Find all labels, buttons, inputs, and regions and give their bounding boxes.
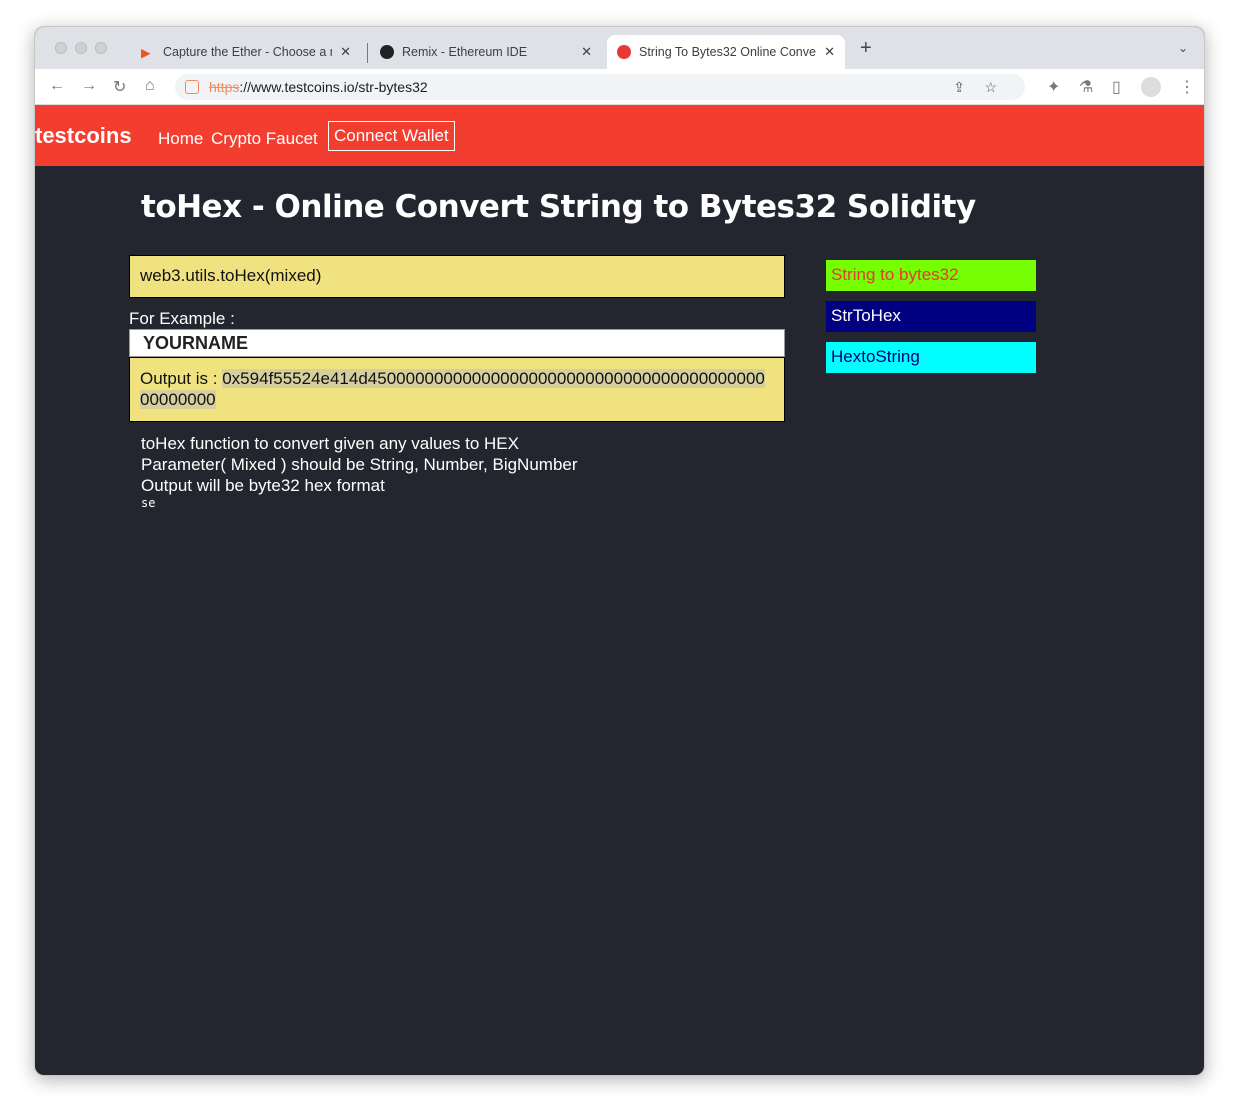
example-label: For Example : [129,309,235,328]
brand-logo[interactable]: testcoins [35,123,132,149]
tab-bar: ▶ Capture the Ether - Choose a n ✕ Remix … [35,27,1204,69]
description: toHex function to convert given any valu… [141,434,578,510]
sidebar-link-strtohex[interactable]: StrToHex [826,301,1036,332]
profile-avatar[interactable] [1141,77,1161,97]
testcoins-icon [617,45,631,59]
site-navbar: testcoins Home Crypto Faucet Connect Wal… [35,105,1204,166]
remix-icon [380,45,394,59]
forward-icon[interactable]: → [81,77,97,95]
bookmark-star-icon[interactable]: ☆ [984,79,997,96]
side-panel-icon[interactable]: ▯ [1112,77,1121,97]
sidebar-link-string-to-bytes32[interactable]: String to bytes32 [826,260,1036,291]
close-tab-icon[interactable]: ✕ [581,44,592,60]
address-bar-row: ← → ↻ ⌂ https://www.testcoins.io/str-byt… [35,69,1204,105]
reload-icon[interactable]: ↻ [113,77,126,97]
menu-icon[interactable]: ⋮ [1179,77,1195,97]
labs-icon[interactable]: ⚗ [1079,77,1093,97]
close-window-button[interactable] [55,42,67,54]
maximize-window-button[interactable] [95,42,107,54]
output-value: 0x594f55524e414d450000000000000000000000… [140,369,765,409]
close-tab-icon[interactable]: ✕ [824,44,835,60]
function-box: web3.utils.toHex(mixed) [129,255,785,298]
tab-remix[interactable]: Remix - Ethereum IDE ✕ [370,35,602,69]
browser-window: ▶ Capture the Ether - Choose a n ✕ Remix … [34,26,1205,1076]
nav-home-link[interactable]: Home [158,129,203,149]
nav-crypto-faucet-link[interactable]: Crypto Faucet [211,129,318,149]
new-tab-button[interactable]: + [860,37,872,60]
tab-capture-the-ether[interactable]: ▶ Capture the Ether - Choose a n ✕ [131,35,361,69]
example-input[interactable]: YOURNAME [129,329,785,357]
back-icon[interactable]: ← [49,77,65,95]
extensions-icon[interactable]: ✦ [1047,77,1060,97]
minimize-window-button[interactable] [75,42,87,54]
output-box: Output is : 0x594f55524e414d450000000000… [129,357,785,422]
not-secure-icon [185,80,199,94]
tab-string-to-bytes32[interactable]: String To Bytes32 Online Conve ✕ [607,35,845,69]
home-icon[interactable]: ⌂ [145,77,155,95]
page-title: toHex - Online Convert String to Bytes32… [141,189,976,225]
flag-icon: ▶ [141,46,151,60]
connect-wallet-button[interactable]: Connect Wallet [328,121,455,151]
share-icon[interactable]: ⇪ [953,79,965,96]
close-tab-icon[interactable]: ✕ [340,44,351,60]
sidebar-link-hextostring[interactable]: HextoString [826,342,1036,373]
url-input[interactable]: https://www.testcoins.io/str-bytes32 ⇪ ☆ [175,74,1025,100]
tab-search-chevron-icon[interactable]: ⌄ [1178,41,1188,55]
